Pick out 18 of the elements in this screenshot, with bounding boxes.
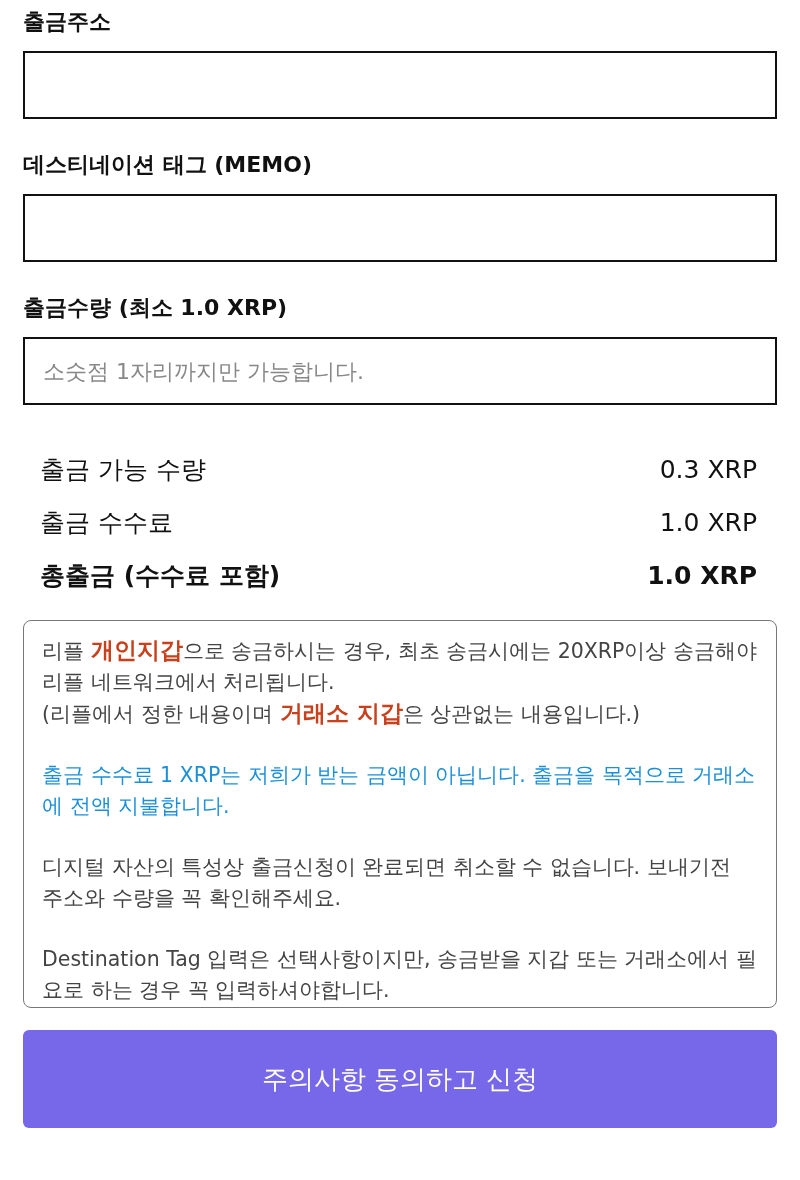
summary-value: 0.3 XRP [659, 454, 757, 486]
summary-label: 출금 수수료 [40, 507, 173, 539]
summary-value: 1.0 XRP [659, 507, 757, 539]
summary-label: 총출금 (수수료 포함) [40, 560, 281, 592]
field-label: 데스티네이션 태그 (MEMO) [23, 151, 313, 179]
summary-label: 출금 가능 수량 [40, 454, 206, 486]
input-field[interactable]: 소숫점 1자리까지만 가능합니다. [23, 337, 777, 405]
notice-text: 리플 개인지갑으로 송금하시는 경우, 최초 송금시에는 20XRP이상 송금해야 리플 네트워크에서 처리됩니다. [42, 636, 758, 696]
notice-text: Destination Tag 입력은 선택사항이지만, 송금받을 지갑 또는 거래소에서 필요로 하는 경우 꼭 입력하셔야합니다. [42, 946, 758, 1004]
input-field[interactable] [23, 51, 777, 119]
input-field[interactable] [23, 194, 777, 262]
summary-value: 1.0 XRP [647, 560, 757, 592]
field-label: 출금수량 (최소 1.0 XRP) [23, 294, 289, 322]
notice-text: 디지털 자산의 특성상 출금신청이 완료되면 취소할 수 없습니다. 보내기전 주소와 수량을 꼭 확인해주세요. [42, 854, 732, 912]
notice-text: 출금 수수료 1 XRP는 저희가 받는 금액이 아닙니다. 출금을 목적으로 거래소에 전액 지불합니다. [42, 762, 757, 820]
field-label: 출금주소 [23, 8, 112, 36]
notice-text: (리플에서 정한 내용이며 거래소 지갑은 상관없는 내용입니다.) [42, 699, 642, 728]
submit-button[interactable]: 주의사항 동의하고 신청 [23, 1030, 777, 1128]
